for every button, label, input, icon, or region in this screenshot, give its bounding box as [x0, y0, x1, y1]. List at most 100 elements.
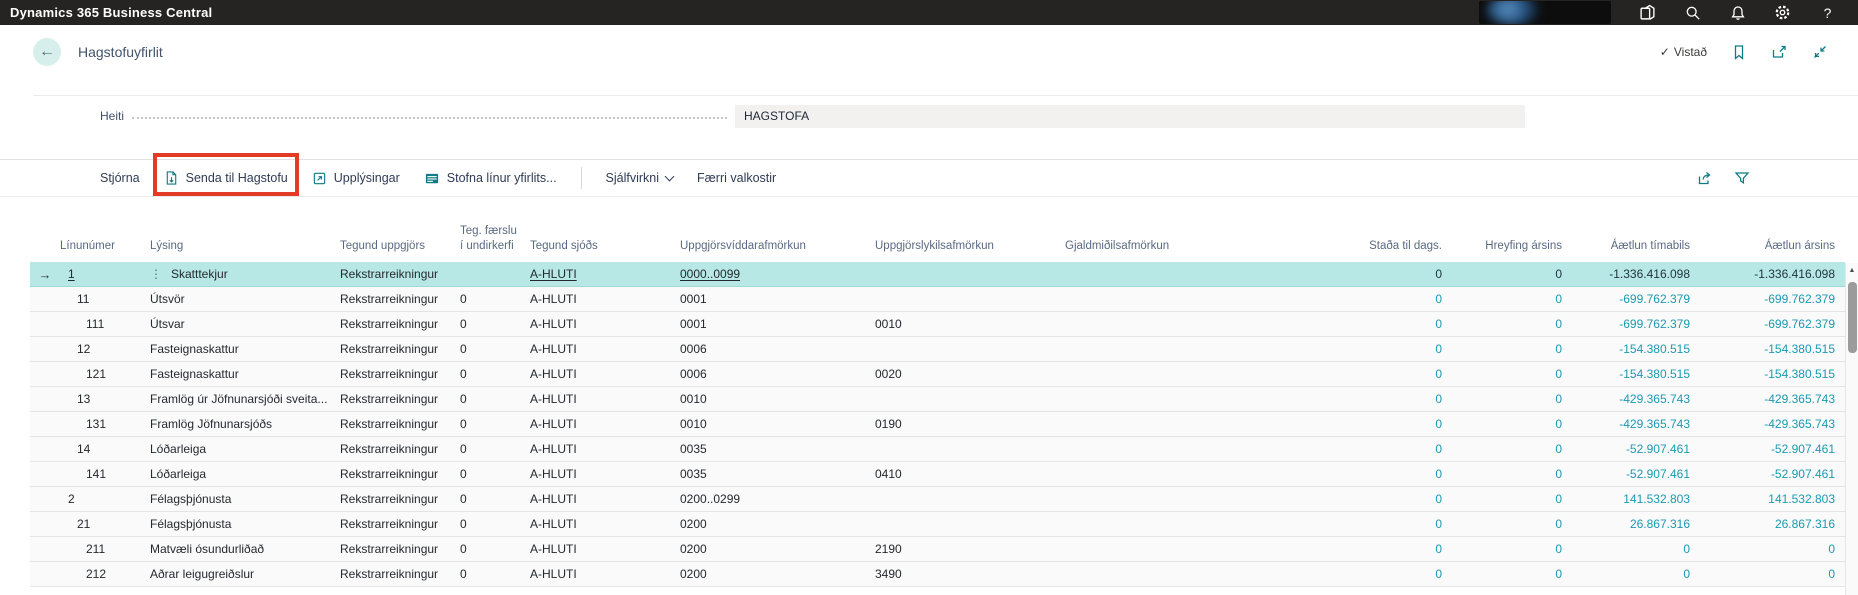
cell-tegund-sjods[interactable]: A-HLUTI	[530, 317, 680, 331]
collapse-view-icon[interactable]	[1812, 44, 1828, 60]
column-header-hreyfing[interactable]: Hreyfing ársins	[1450, 239, 1570, 262]
bookmark-icon[interactable]	[1731, 44, 1747, 60]
cell-aetlun-arsins[interactable]: 0	[1698, 567, 1843, 581]
cell-stada-til-dags[interactable]: 0	[1290, 517, 1450, 531]
cell-tegund-uppgjors[interactable]: Rekstrarreikningur	[340, 367, 460, 381]
column-header-description[interactable]: Lýsing	[150, 239, 340, 262]
cell-aetlun-timabils[interactable]: -429.365.743	[1570, 417, 1698, 431]
cell-line-no[interactable]: 2	[60, 492, 150, 506]
cell-lykilsafmorkun[interactable]: 2190	[875, 542, 1065, 556]
cell-teg-faerslu[interactable]: 0	[460, 367, 530, 381]
cell-hreyfing-arsins[interactable]: 0	[1450, 417, 1570, 431]
cell-stada-til-dags[interactable]: 0	[1290, 342, 1450, 356]
cell-line-no[interactable]: 12	[60, 342, 150, 356]
open-in-new-window-icon[interactable]	[1771, 44, 1788, 60]
cell-teg-faerslu[interactable]: 0	[460, 567, 530, 581]
cell-teg-faerslu[interactable]: 0	[460, 542, 530, 556]
cell-teg-faerslu[interactable]: 0	[460, 442, 530, 456]
cell-lykilsafmorkun[interactable]: 0190	[875, 417, 1065, 431]
cell-viddarafmorkun[interactable]: 0200	[680, 517, 875, 531]
cell-stada-til-dags[interactable]: 0	[1290, 417, 1450, 431]
information-button[interactable]: Upplýsingar	[312, 171, 400, 186]
cell-teg-faerslu[interactable]: 0	[460, 467, 530, 481]
cell-teg-faerslu[interactable]: 0	[460, 392, 530, 406]
cell-tegund-uppgjors[interactable]: Rekstrarreikningur	[340, 417, 460, 431]
cell-tegund-uppgjors[interactable]: Rekstrarreikningur	[340, 492, 460, 506]
table-row[interactable]: 121FasteignaskatturRekstrarreikningur0A-…	[30, 362, 1845, 387]
cell-stada-til-dags[interactable]: 0	[1290, 367, 1450, 381]
cell-line-no[interactable]: 21	[60, 517, 150, 531]
filter-icon[interactable]	[1734, 170, 1750, 186]
cell-teg-faerslu[interactable]: 0	[460, 417, 530, 431]
cell-description[interactable]: Útsvör	[150, 292, 340, 306]
cell-tegund-uppgjors[interactable]: Rekstrarreikningur	[340, 442, 460, 456]
scrollbar-thumb[interactable]	[1848, 282, 1857, 353]
cell-line-no[interactable]: 121	[60, 367, 150, 381]
cell-description[interactable]: Matvæli ósundurliðað	[150, 542, 340, 556]
cell-description[interactable]: Félagsþjónusta	[150, 492, 340, 506]
cell-tegund-uppgjors[interactable]: Rekstrarreikningur	[340, 342, 460, 356]
cell-tegund-uppgjors[interactable]: Rekstrarreikningur	[340, 317, 460, 331]
cell-hreyfing-arsins[interactable]: 0	[1450, 342, 1570, 356]
cell-lykilsafmorkun[interactable]: 3490	[875, 567, 1065, 581]
cell-aetlun-arsins[interactable]: -1.336.416.098	[1698, 267, 1843, 281]
column-header-aetlun_timabils[interactable]: Áætlun tímabils	[1570, 239, 1698, 262]
cell-line-no[interactable]: 212	[60, 567, 150, 581]
cell-hreyfing-arsins[interactable]: 0	[1450, 567, 1570, 581]
cell-tegund-sjods[interactable]: A-HLUTI	[530, 417, 680, 431]
cell-hreyfing-arsins[interactable]: 0	[1450, 442, 1570, 456]
cell-aetlun-arsins[interactable]: 141.532.803	[1698, 492, 1843, 506]
cell-aetlun-arsins[interactable]: -699.762.379	[1698, 292, 1843, 306]
cell-teg-faerslu[interactable]: 0	[460, 342, 530, 356]
cell-tegund-uppgjors[interactable]: Rekstrarreikningur	[340, 517, 460, 531]
cell-viddarafmorkun[interactable]: 0000..0099	[680, 267, 875, 281]
cell-tegund-sjods[interactable]: A-HLUTI	[530, 492, 680, 506]
cell-aetlun-arsins[interactable]: -52.907.461	[1698, 467, 1843, 481]
cell-aetlun-arsins[interactable]: -154.380.515	[1698, 367, 1843, 381]
table-row[interactable]: 12FasteignaskatturRekstrarreikningur0A-H…	[30, 337, 1845, 362]
cell-stada-til-dags[interactable]: 0	[1290, 567, 1450, 581]
cell-teg-faerslu[interactable]: 0	[460, 317, 530, 331]
cell-stada-til-dags[interactable]: 0	[1290, 292, 1450, 306]
cell-description[interactable]: ⋮Skatttekjur	[150, 267, 340, 281]
table-row[interactable]: 141LóðarleigaRekstrarreikningur0A-HLUTI0…	[30, 462, 1845, 487]
cell-hreyfing-arsins[interactable]: 0	[1450, 267, 1570, 281]
cell-aetlun-timabils[interactable]: -699.762.379	[1570, 317, 1698, 331]
table-row[interactable]: 212Aðrar leigugreiðslurRekstrarreikningu…	[30, 562, 1845, 587]
cell-tegund-uppgjors[interactable]: Rekstrarreikningur	[340, 292, 460, 306]
fewer-options-button[interactable]: Færri valkostir	[697, 171, 776, 185]
cell-tegund-sjods[interactable]: A-HLUTI	[530, 517, 680, 531]
cell-viddarafmorkun[interactable]: 0200	[680, 567, 875, 581]
cell-tegund-sjods[interactable]: A-HLUTI	[530, 367, 680, 381]
cell-hreyfing-arsins[interactable]: 0	[1450, 292, 1570, 306]
column-header-line_no[interactable]: Línunúmer	[60, 239, 150, 262]
cell-stada-til-dags[interactable]: 0	[1290, 442, 1450, 456]
cell-viddarafmorkun[interactable]: 0010	[680, 392, 875, 406]
table-row[interactable]: 131Framlög JöfnunarsjóðsRekstrarreikning…	[30, 412, 1845, 437]
column-header-aetlun_arsins[interactable]: Áætlun ársins	[1698, 239, 1843, 262]
cell-tegund-sjods[interactable]: A-HLUTI	[530, 392, 680, 406]
cell-tegund-uppgjors[interactable]: Rekstrarreikningur	[340, 542, 460, 556]
create-overview-lines-button[interactable]: Stofna línur yfirlits...	[424, 171, 557, 186]
help-icon[interactable]: ?	[1805, 0, 1850, 25]
cell-hreyfing-arsins[interactable]: 0	[1450, 492, 1570, 506]
cell-aetlun-timabils[interactable]: 0	[1570, 567, 1698, 581]
cell-tegund-uppgjors[interactable]: Rekstrarreikningur	[340, 267, 460, 281]
cell-lykilsafmorkun[interactable]: 0020	[875, 367, 1065, 381]
cell-aetlun-arsins[interactable]: -154.380.515	[1698, 342, 1843, 356]
cell-description[interactable]: Aðrar leigugreiðslur	[150, 567, 340, 581]
cell-aetlun-timabils[interactable]: -429.365.743	[1570, 392, 1698, 406]
settings-gear-icon[interactable]	[1760, 0, 1805, 25]
cell-viddarafmorkun[interactable]: 0006	[680, 342, 875, 356]
cell-aetlun-arsins[interactable]: -699.762.379	[1698, 317, 1843, 331]
cell-description[interactable]: Lóðarleiga	[150, 442, 340, 456]
cell-viddarafmorkun[interactable]: 0006	[680, 367, 875, 381]
column-header-viddar[interactable]: Uppgjörsvíddarafmörkun	[680, 239, 875, 262]
back-button[interactable]: ←	[33, 38, 61, 66]
cell-tegund-sjods[interactable]: A-HLUTI	[530, 542, 680, 556]
share-icon[interactable]	[1697, 170, 1714, 186]
cell-stada-til-dags[interactable]: 0	[1290, 467, 1450, 481]
cell-lykilsafmorkun[interactable]: 0410	[875, 467, 1065, 481]
cell-aetlun-timabils[interactable]: -154.380.515	[1570, 342, 1698, 356]
cell-description[interactable]: Framlög Jöfnunarsjóðs	[150, 417, 340, 431]
